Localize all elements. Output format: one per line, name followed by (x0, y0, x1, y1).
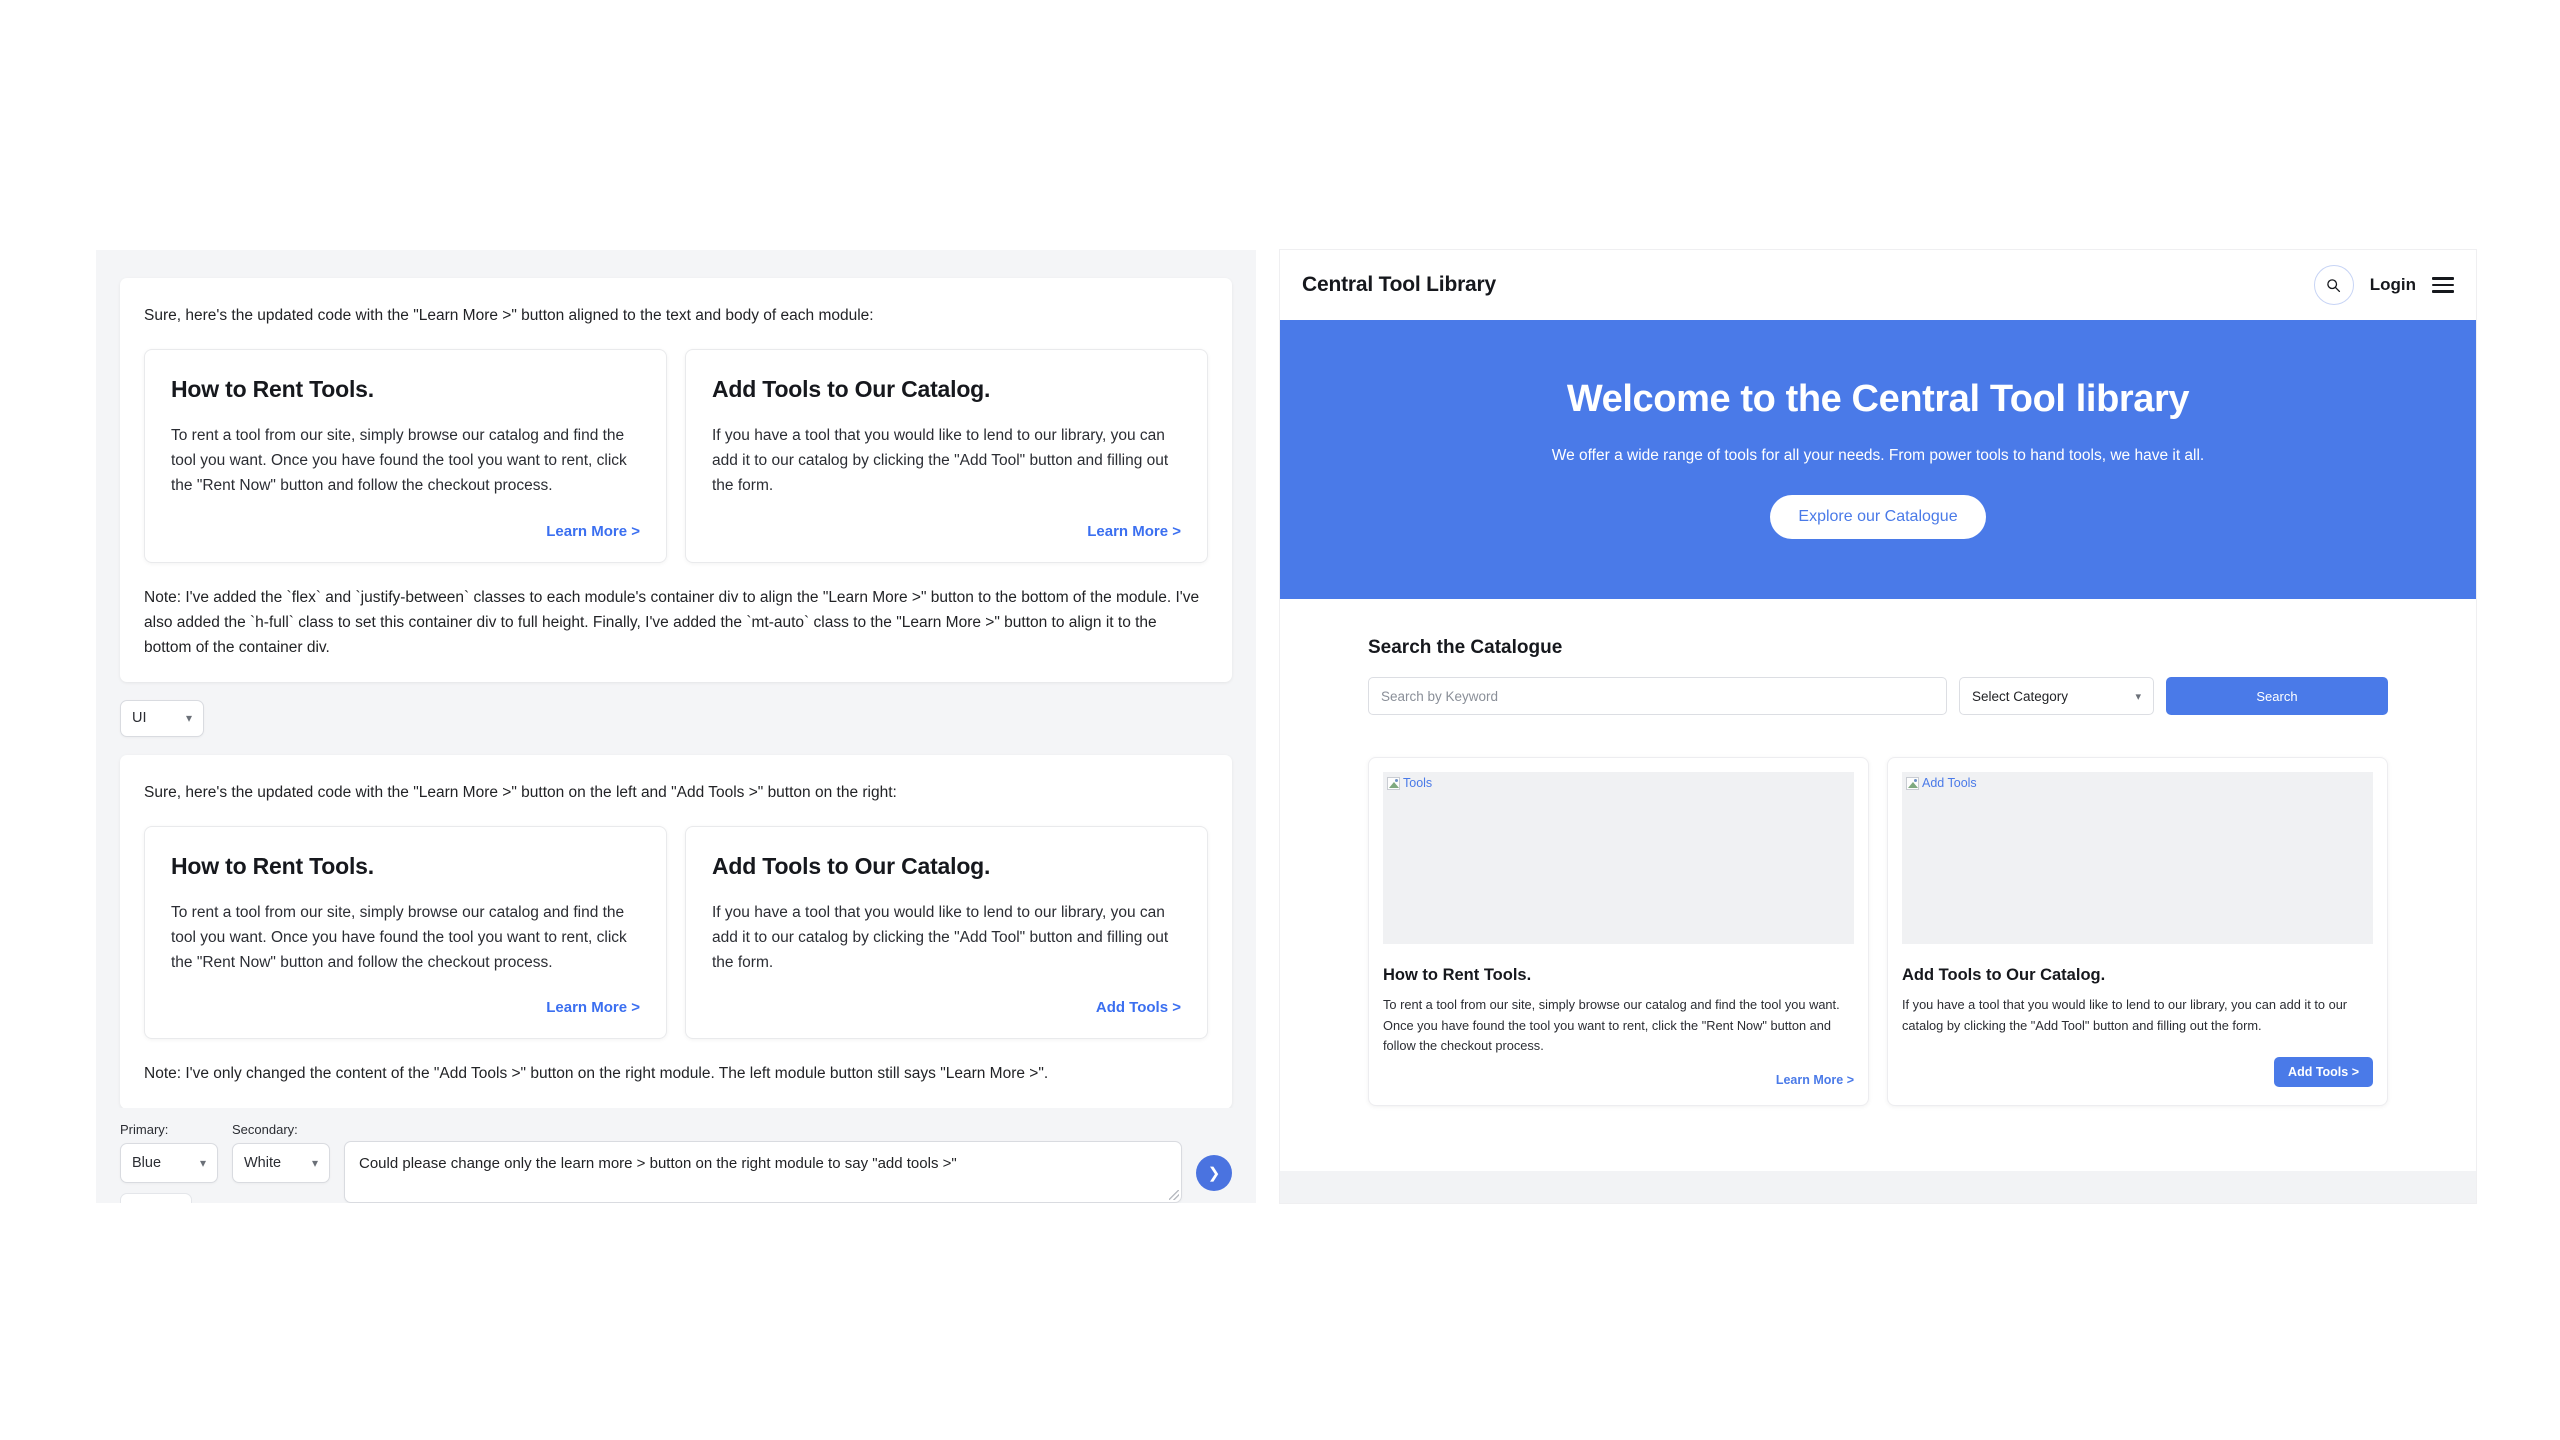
module-learn-more-link[interactable]: Learn More > (171, 499, 640, 540)
secondary-color-label: Secondary: (232, 1122, 298, 1137)
module-title: How to Rent Tools. (171, 853, 374, 880)
explore-catalogue-button[interactable]: Explore our Catalogue (1770, 495, 1986, 539)
hamburger-menu-icon[interactable] (2432, 274, 2454, 295)
prompt-input[interactable]: Could please change only the learn more … (344, 1141, 1182, 1203)
module-body: If you have a tool that you would like t… (712, 427, 1169, 495)
category-select[interactable]: Select Category ▾ (1959, 677, 2154, 715)
module-title: Add Tools to Our Catalog. (712, 853, 991, 880)
ui-mode-selector-row: UI ▾ (120, 699, 1256, 737)
card-add-tools-to-catalog: Add Tools Add Tools to Our Catalog. If y… (1887, 757, 2388, 1107)
module-learn-more-link[interactable]: Learn More > (712, 499, 1181, 540)
site-footer (1280, 1171, 2476, 1203)
search-icon-button[interactable] (2313, 265, 2354, 305)
secondary-color-value: White (244, 1155, 282, 1171)
module-how-to-rent-tools: How to Rent Tools. To rent a tool from o… (144, 349, 667, 563)
module-title: Add Tools to Our Catalog. (712, 376, 991, 403)
hamburger-bar (2432, 277, 2454, 280)
category-select-value: Select Category (1972, 688, 2069, 704)
hamburger-bar (2432, 290, 2454, 293)
site-brand-title: Central Tool Library (1302, 273, 1496, 296)
search-button[interactable]: Search (2166, 677, 2388, 715)
login-link[interactable]: Login (2370, 275, 2416, 295)
module-title: How to Rent Tools. (171, 376, 374, 403)
hero-banner: Welcome to the Central Tool library We o… (1280, 320, 2476, 599)
primary-color-group: Primary: Blue ▾ (120, 1122, 218, 1183)
prompt-input-value: Could please change only the learn more … (359, 1155, 957, 1172)
resize-handle[interactable] (1169, 1190, 1179, 1200)
search-icon (2327, 278, 2341, 292)
broken-image-icon-group: Tools (1387, 776, 1432, 790)
broken-image-icon-group: Add Tools (1906, 776, 1977, 790)
keyword-search-input[interactable] (1368, 677, 1947, 715)
card-image-placeholder: Tools (1383, 772, 1854, 944)
module-body: If you have a tool that you would like t… (712, 904, 1169, 972)
ui-mode-select[interactable]: UI ▾ (120, 699, 204, 737)
catalogue-cards-row: Tools How to Rent Tools. To rent a tool … (1368, 757, 2388, 1107)
hamburger-bar (2432, 283, 2454, 287)
module-body: To rent a tool from our site, simply bro… (171, 904, 627, 972)
module-learn-more-link[interactable]: Learn More > (171, 975, 640, 1016)
broken-image-icon (1387, 776, 1400, 790)
site-header: Central Tool Library Login (1280, 250, 2476, 320)
hero-subtitle: We offer a wide range of tools for all y… (1551, 447, 2205, 464)
card-body: If you have a tool that you would like t… (1902, 997, 2348, 1033)
module-body: To rent a tool from our site, simply bro… (171, 427, 627, 495)
card-image-alt-text: Tools (1403, 776, 1433, 790)
preview-modules-row-1: How to Rent Tools. To rent a tool from o… (144, 349, 1208, 563)
ui-mode-select-value: UI (132, 710, 147, 727)
composer-bar: Primary: Blue ▾ Secondary: White ▾ Could… (96, 1108, 1256, 1203)
header-actions: Login (2313, 265, 2454, 305)
message-intro-text: Sure, here's the updated code with the "… (144, 307, 874, 324)
primary-color-label: Primary: (120, 1122, 169, 1137)
catalogue-section-title: Search the Catalogue (1368, 637, 1563, 658)
message-intro-text: Sure, here's the updated code with the "… (144, 783, 897, 801)
card-body: To rent a tool from our site, simply bro… (1383, 997, 1840, 1054)
card-how-to-rent-tools: Tools How to Rent Tools. To rent a tool … (1368, 757, 1869, 1107)
message-note-text: Note: I've only changed the content of t… (144, 1065, 1049, 1083)
catalogue-search-row: Select Category ▾ Search (1368, 677, 2388, 715)
chevron-down-icon: ▾ (311, 1156, 318, 1170)
card-footer: Learn More > (1383, 1057, 1854, 1087)
overflow-menu-chip[interactable]: ... (120, 1193, 192, 1203)
catalogue-section: Search the Catalogue Select Category ▾ S… (1280, 599, 2476, 1107)
card-image-placeholder: Add Tools (1902, 772, 2373, 944)
primary-color-value: Blue (132, 1155, 162, 1171)
website-preview-panel: Central Tool Library Login Welcome to th… (1280, 250, 2476, 1203)
chevron-right-icon: ❯ (1207, 1165, 1221, 1182)
chat-panel: Sure, here's the updated code with the "… (96, 250, 1256, 1203)
module-add-tools-link[interactable]: Add Tools > (712, 975, 1181, 1016)
module-how-to-rent-tools: How to Rent Tools. To rent a tool from o… (144, 826, 667, 1040)
chevron-down-icon: ▾ (185, 711, 192, 726)
primary-color-select[interactable]: Blue ▾ (120, 1143, 218, 1183)
secondary-color-select[interactable]: White ▾ (232, 1143, 330, 1183)
module-add-tools-to-catalog: Add Tools to Our Catalog. If you have a … (685, 349, 1208, 563)
chevron-down-icon: ▾ (199, 1156, 206, 1170)
card-title: How to Rent Tools. (1383, 966, 1532, 984)
message-note-text: Note: I've added the `flex` and `justify… (144, 588, 1200, 656)
send-button[interactable]: ❯ (1196, 1155, 1232, 1191)
chevron-down-icon: ▾ (2135, 690, 2141, 703)
broken-image-icon (1906, 776, 1919, 790)
card-image-alt-text: Add Tools (1922, 776, 1977, 790)
assistant-message-2: Sure, here's the updated code with the "… (120, 754, 1232, 1109)
overflow-menu-label: ... (147, 1200, 166, 1204)
module-add-tools-to-catalog: Add Tools to Our Catalog. If you have a … (685, 826, 1208, 1040)
card-learn-more-link[interactable]: Learn More > (1776, 1073, 1854, 1087)
card-title: Add Tools to Our Catalog. (1902, 966, 2106, 984)
preview-modules-row-2: How to Rent Tools. To rent a tool from o… (144, 826, 1208, 1040)
assistant-message-1: Sure, here's the updated code with the "… (120, 278, 1232, 682)
card-add-tools-button[interactable]: Add Tools > (2274, 1057, 2373, 1088)
hero-title: Welcome to the Central Tool library (1566, 378, 2190, 420)
secondary-color-group: Secondary: White ▾ (232, 1122, 330, 1183)
card-footer: Add Tools > (1902, 1041, 2373, 1088)
